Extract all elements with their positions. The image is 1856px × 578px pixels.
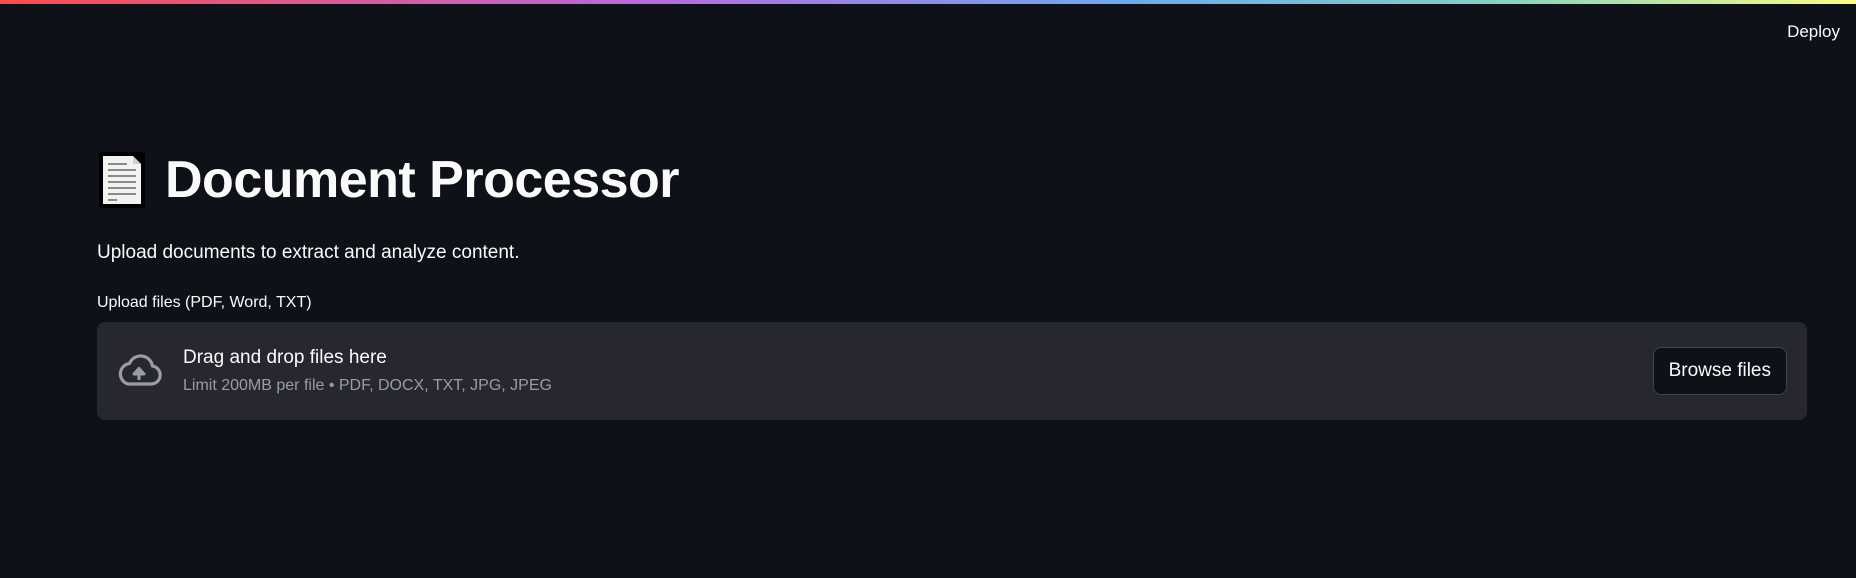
dropzone-instruction: Drag and drop files here xyxy=(183,347,387,368)
dropzone-limit-text: Limit 200MB per file • PDF, DOCX, TXT, J… xyxy=(183,377,552,394)
page-title: Document Processor xyxy=(165,151,680,209)
main-content: Document Processor Upload documents to e… xyxy=(97,140,1807,420)
page-facing-up-icon xyxy=(99,152,145,208)
cloud-upload-icon xyxy=(118,354,162,386)
top-decoration-bar xyxy=(0,0,1856,4)
browse-files-button[interactable]: Browse files xyxy=(1652,347,1787,395)
dropzone-text: Drag and drop files here Limit 200MB per… xyxy=(183,347,1653,395)
deploy-button[interactable]: Deploy xyxy=(1783,20,1844,44)
file-dropzone[interactable]: Drag and drop files here Limit 200MB per… xyxy=(97,322,1807,420)
page-subtitle: Upload documents to extract and analyze … xyxy=(97,242,520,263)
uploader-label: Upload files (PDF, Word, TXT) xyxy=(97,294,312,311)
title-row: Document Processor xyxy=(97,140,1807,220)
